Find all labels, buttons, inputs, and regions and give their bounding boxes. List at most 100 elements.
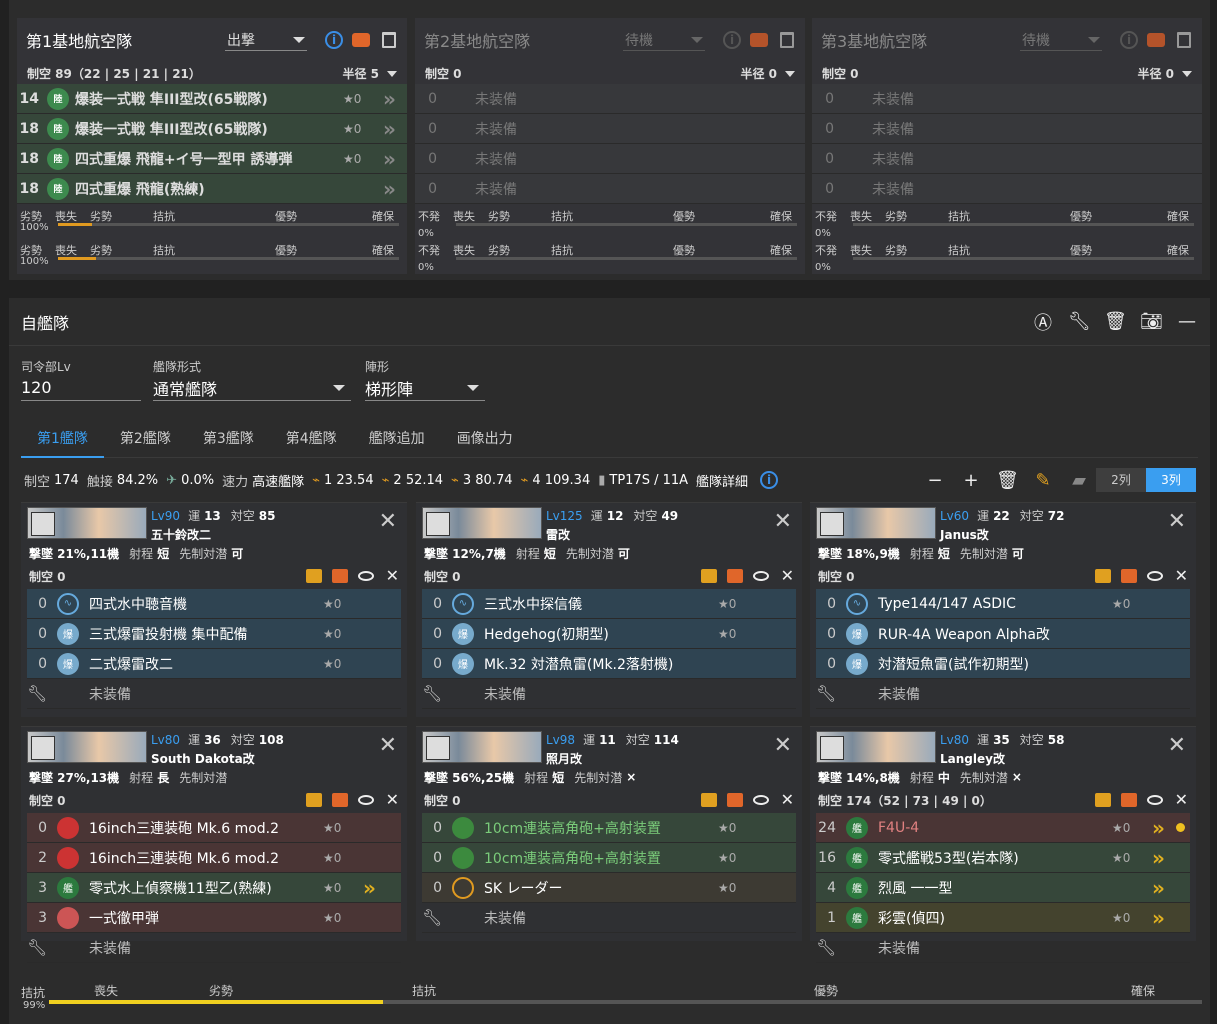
- tab-fleet-1[interactable]: 第1艦隊: [21, 418, 104, 458]
- expansion-slot[interactable]: 🔧︎ 未装備: [27, 679, 401, 709]
- upload-icon[interactable]: [1094, 793, 1111, 807]
- close-icon[interactable]: ✕: [386, 792, 399, 808]
- fleet-detail-link[interactable]: 艦隊詳細: [696, 471, 748, 490]
- trash-icon[interactable]: [382, 32, 396, 48]
- hq-level-field[interactable]: 司令部Lv 120: [21, 358, 141, 401]
- formation-select[interactable]: 陣形 梯形陣: [365, 358, 485, 401]
- expansion-slot[interactable]: 🔧︎ 未装備: [816, 933, 1190, 963]
- equipment-slot[interactable]: 0 10cm連装高角砲+高射装置 ★0: [422, 843, 796, 873]
- upload-icon[interactable]: [1094, 569, 1111, 583]
- equipment-slot[interactable]: 0 10cm連装高角砲+高射装置 ★0: [422, 813, 796, 843]
- equipment-slot[interactable]: 24 艦 F4U-4 ★0 »: [816, 813, 1190, 843]
- close-icon[interactable]: ✕: [386, 568, 399, 584]
- ship-banner[interactable]: [27, 507, 147, 539]
- eye-icon[interactable]: [1146, 569, 1163, 583]
- upload-icon[interactable]: [700, 569, 717, 583]
- expansion-slot[interactable]: 🔧︎ 未装備: [422, 679, 796, 709]
- toolbox-icon[interactable]: [750, 33, 768, 47]
- base-air-slot[interactable]: 0 未装備: [415, 114, 805, 144]
- ship-banner[interactable]: [816, 507, 936, 539]
- info-icon[interactable]: i: [1120, 31, 1138, 49]
- upload-icon[interactable]: [305, 793, 322, 807]
- eye-icon[interactable]: [1146, 793, 1163, 807]
- info-icon[interactable]: i: [325, 31, 343, 49]
- trash-icon[interactable]: [780, 32, 794, 48]
- equipment-slot[interactable]: 4 艦 烈風 一一型 »: [816, 873, 1190, 903]
- close-icon[interactable]: ✕: [774, 509, 792, 534]
- ship-banner[interactable]: [422, 507, 542, 539]
- tab-add-fleet[interactable]: 艦隊追加: [353, 418, 441, 457]
- toolbox-icon[interactable]: [331, 569, 348, 583]
- cards-icon[interactable]: ▰: [1068, 470, 1090, 491]
- tab-fleet-3[interactable]: 第3艦隊: [187, 418, 270, 457]
- tab-fleet-2[interactable]: 第2艦隊: [104, 418, 187, 457]
- ship-banner[interactable]: [422, 731, 542, 763]
- ship-name[interactable]: 照月改: [546, 750, 689, 767]
- base-air-slot[interactable]: 0 未装備: [415, 174, 805, 204]
- base-air-slot[interactable]: 14 陸 爆装一式戦 隼III型改(65戦隊) ★0 »: [17, 84, 407, 114]
- toolbox-icon[interactable]: [726, 569, 743, 583]
- equipment-slot[interactable]: 0 ∿ 三式水中探信儀 ★0: [422, 589, 796, 619]
- close-icon[interactable]: ✕: [1175, 792, 1188, 808]
- equipment-slot[interactable]: 0 ∿ Type144/147 ASDIC ★0: [816, 589, 1190, 619]
- info-icon[interactable]: i: [760, 471, 779, 489]
- equipment-slot[interactable]: 0 爆 RUR-4A Weapon Alpha改: [816, 619, 1190, 649]
- plus-icon[interactable]: +: [960, 470, 982, 491]
- close-icon[interactable]: ✕: [774, 733, 792, 758]
- toolbox-icon[interactable]: [1120, 569, 1137, 583]
- close-icon[interactable]: ✕: [1175, 568, 1188, 584]
- radius-select[interactable]: 半径 0: [1137, 65, 1192, 82]
- equipment-slot[interactable]: 3 艦 零式水上偵察機11型乙(熟練) ★0 »: [27, 873, 401, 903]
- base-air-slot[interactable]: 18 陸 四式重爆 飛龍+イ号一型甲 誘導弾 ★0 »: [17, 144, 407, 174]
- paste-icon[interactable]: ✎: [1032, 470, 1054, 491]
- ship-banner[interactable]: [816, 731, 936, 763]
- minus-icon[interactable]: −: [924, 470, 946, 491]
- hq-level-input[interactable]: 120: [21, 375, 141, 401]
- trash-icon[interactable]: 🗑︎: [996, 470, 1019, 491]
- fleet-type-select[interactable]: 艦隊形式 通常艦隊: [153, 358, 351, 401]
- mode-select[interactable]: 待機: [623, 29, 705, 51]
- equipment-slot[interactable]: 3 一式徹甲弾 ★0: [27, 903, 401, 933]
- toolbox-icon[interactable]: [726, 793, 743, 807]
- equipment-slot[interactable]: 0 16inch三連装砲 Mk.6 mod.2 ★0: [27, 813, 401, 843]
- toolbox-icon[interactable]: [1120, 793, 1137, 807]
- expansion-slot[interactable]: 🔧︎ 未装備: [816, 679, 1190, 709]
- base-air-slot[interactable]: 0 未装備: [415, 144, 805, 174]
- expansion-slot[interactable]: 🔧︎ 未装備: [27, 933, 401, 963]
- minimize-icon[interactable]: —: [1176, 311, 1198, 332]
- radius-select[interactable]: 半径 5: [342, 65, 397, 82]
- toolbox-icon[interactable]: [331, 793, 348, 807]
- base-air-slot[interactable]: 0 未装備: [812, 84, 1202, 114]
- ship-banner[interactable]: [27, 731, 147, 763]
- close-icon[interactable]: ✕: [781, 792, 794, 808]
- auto-icon[interactable]: Ⓐ: [1032, 309, 1054, 335]
- equipment-slot[interactable]: 16 艦 零式艦戦53型(岩本隊) ★0 »: [816, 843, 1190, 873]
- eye-icon[interactable]: [357, 793, 374, 807]
- close-icon[interactable]: ✕: [1168, 509, 1186, 534]
- wrench-icon[interactable]: 🔧︎: [1068, 311, 1091, 332]
- ship-name[interactable]: 雷改: [546, 526, 688, 543]
- tab-image-output[interactable]: 画像出力: [441, 418, 529, 457]
- info-icon[interactable]: i: [723, 31, 741, 49]
- close-icon[interactable]: ✕: [379, 733, 397, 758]
- radius-select[interactable]: 半径 0: [740, 65, 795, 82]
- base-air-slot[interactable]: 0 未装備: [415, 84, 805, 114]
- eye-icon[interactable]: [357, 569, 374, 583]
- equipment-slot[interactable]: 0 ∿ 四式水中聴音機 ★0: [27, 589, 401, 619]
- trash-icon[interactable]: 🗑︎: [1104, 311, 1127, 332]
- camera-icon[interactable]: 📷︎: [1140, 311, 1163, 332]
- base-air-slot[interactable]: 18 陸 爆装一式戦 隼III型改(65戦隊) ★0 »: [17, 114, 407, 144]
- ship-name[interactable]: Langley改: [940, 750, 1075, 767]
- column-3-button[interactable]: 3列: [1146, 468, 1196, 492]
- close-icon[interactable]: ✕: [379, 509, 397, 534]
- upload-icon[interactable]: [700, 793, 717, 807]
- mode-select[interactable]: 待機: [1020, 29, 1102, 51]
- toolbox-icon[interactable]: [1147, 33, 1165, 47]
- eye-icon[interactable]: [752, 793, 769, 807]
- base-air-slot[interactable]: 0 未装備: [812, 114, 1202, 144]
- trash-icon[interactable]: [1177, 32, 1191, 48]
- upload-icon[interactable]: [305, 569, 322, 583]
- equipment-slot[interactable]: 0 爆 二式爆雷改二 ★0: [27, 649, 401, 679]
- equipment-slot[interactable]: 0 爆 Hedgehog(初期型) ★0: [422, 619, 796, 649]
- equipment-slot[interactable]: 1 艦 彩雲(偵四) ★0 »: [816, 903, 1190, 933]
